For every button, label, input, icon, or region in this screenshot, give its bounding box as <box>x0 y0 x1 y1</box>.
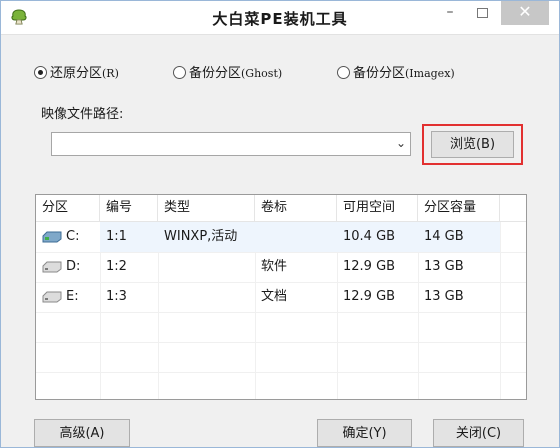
partition-letter: C: <box>66 229 80 244</box>
type-cell: WINXP,活动 <box>158 222 255 252</box>
partition-cell: E: <box>36 282 100 312</box>
radio-unchecked-icon <box>173 66 186 79</box>
image-path-label: 映像文件路径: <box>41 107 124 122</box>
radio-restore-partition[interactable]: 还原分区(R) <box>34 65 119 83</box>
radio-label: 备份分区 <box>353 66 406 81</box>
number-cell: 1:1 <box>100 222 158 252</box>
browse-highlight: 浏览(B) <box>422 124 523 165</box>
partition-list-header: 分区 编号 类型 卷标 可用空间 分区容量 <box>36 195 526 222</box>
partition-letter: E: <box>66 289 79 304</box>
radio-checked-icon <box>34 66 47 79</box>
free-space-cell: 12.9 GB <box>343 289 396 304</box>
minimize-button[interactable]: – <box>435 1 465 25</box>
column-header-capacity[interactable]: 分区容量 <box>418 195 500 221</box>
radio-accel: (Ghost) <box>241 67 283 80</box>
drive-icon <box>42 291 62 302</box>
number-cell: 1:3 <box>106 289 127 304</box>
number-cell: 1:2 <box>106 259 127 274</box>
label-cell <box>255 222 337 252</box>
radio-backup-ghost[interactable]: 备份分区(Ghost) <box>173 65 282 83</box>
column-header-free-space[interactable]: 可用空间 <box>337 195 418 221</box>
ok-button[interactable]: 确定(Y) <box>317 419 412 447</box>
row-line <box>36 312 526 313</box>
column-header-number[interactable]: 编号 <box>100 195 158 221</box>
label-cell: 文档 <box>261 289 288 304</box>
column-header-type[interactable]: 类型 <box>158 195 255 221</box>
browse-button[interactable]: 浏览(B) <box>431 131 514 158</box>
maximize-button[interactable] <box>467 1 497 25</box>
close-button[interactable]: 关闭(C) <box>433 419 524 447</box>
free-space-cell: 10.4 GB <box>337 222 418 252</box>
radio-accel: (Imagex) <box>405 67 455 80</box>
partition-cell: C: <box>36 222 100 252</box>
radio-accel: (R) <box>102 67 119 80</box>
close-window-button[interactable]: ✕ <box>501 1 549 25</box>
capacity-cell: 13 GB <box>424 259 464 274</box>
radio-unchecked-icon <box>337 66 350 79</box>
partition-list[interactable]: 分区 编号 类型 卷标 可用空间 分区容量 C: 1:1 WINXP,活动 10… <box>35 194 527 400</box>
label-cell: 软件 <box>261 259 288 274</box>
column-header-label[interactable]: 卷标 <box>255 195 337 221</box>
system-drive-icon <box>42 231 62 242</box>
advanced-button[interactable]: 高级(A) <box>34 419 130 447</box>
radio-label: 备份分区 <box>189 66 242 81</box>
radio-label: 还原分区 <box>50 66 103 81</box>
partition-letter: D: <box>66 259 81 274</box>
partition-row[interactable]: D: 1:2 软件 12.9 GB 13 GB <box>36 252 526 282</box>
title-bar: 大白菜PE装机工具 – ✕ <box>1 1 559 35</box>
partition-cell: D: <box>36 252 100 282</box>
drive-icon <box>42 261 62 272</box>
partition-row[interactable]: E: 1:3 文档 12.9 GB 13 GB <box>36 282 526 312</box>
capacity-cell: 13 GB <box>424 289 464 304</box>
free-space-cell: 12.9 GB <box>343 259 396 274</box>
row-line <box>36 342 526 343</box>
chevron-down-icon[interactable]: ⌄ <box>396 136 406 150</box>
maximize-icon <box>476 8 488 18</box>
image-path-combobox[interactable]: ⌄ <box>51 132 411 156</box>
type-cell <box>158 282 255 312</box>
row-line <box>36 372 526 373</box>
partition-row[interactable]: C: 1:1 WINXP,活动 10.4 GB 14 GB <box>36 222 526 252</box>
column-header-partition[interactable]: 分区 <box>36 195 100 221</box>
radio-backup-imagex[interactable]: 备份分区(Imagex) <box>337 65 455 83</box>
capacity-cell: 14 GB <box>418 222 500 252</box>
app-window: 大白菜PE装机工具 – ✕ 还原分区(R) 备份分区(Ghost) 备份分区(I… <box>0 0 560 448</box>
type-cell <box>158 252 255 282</box>
